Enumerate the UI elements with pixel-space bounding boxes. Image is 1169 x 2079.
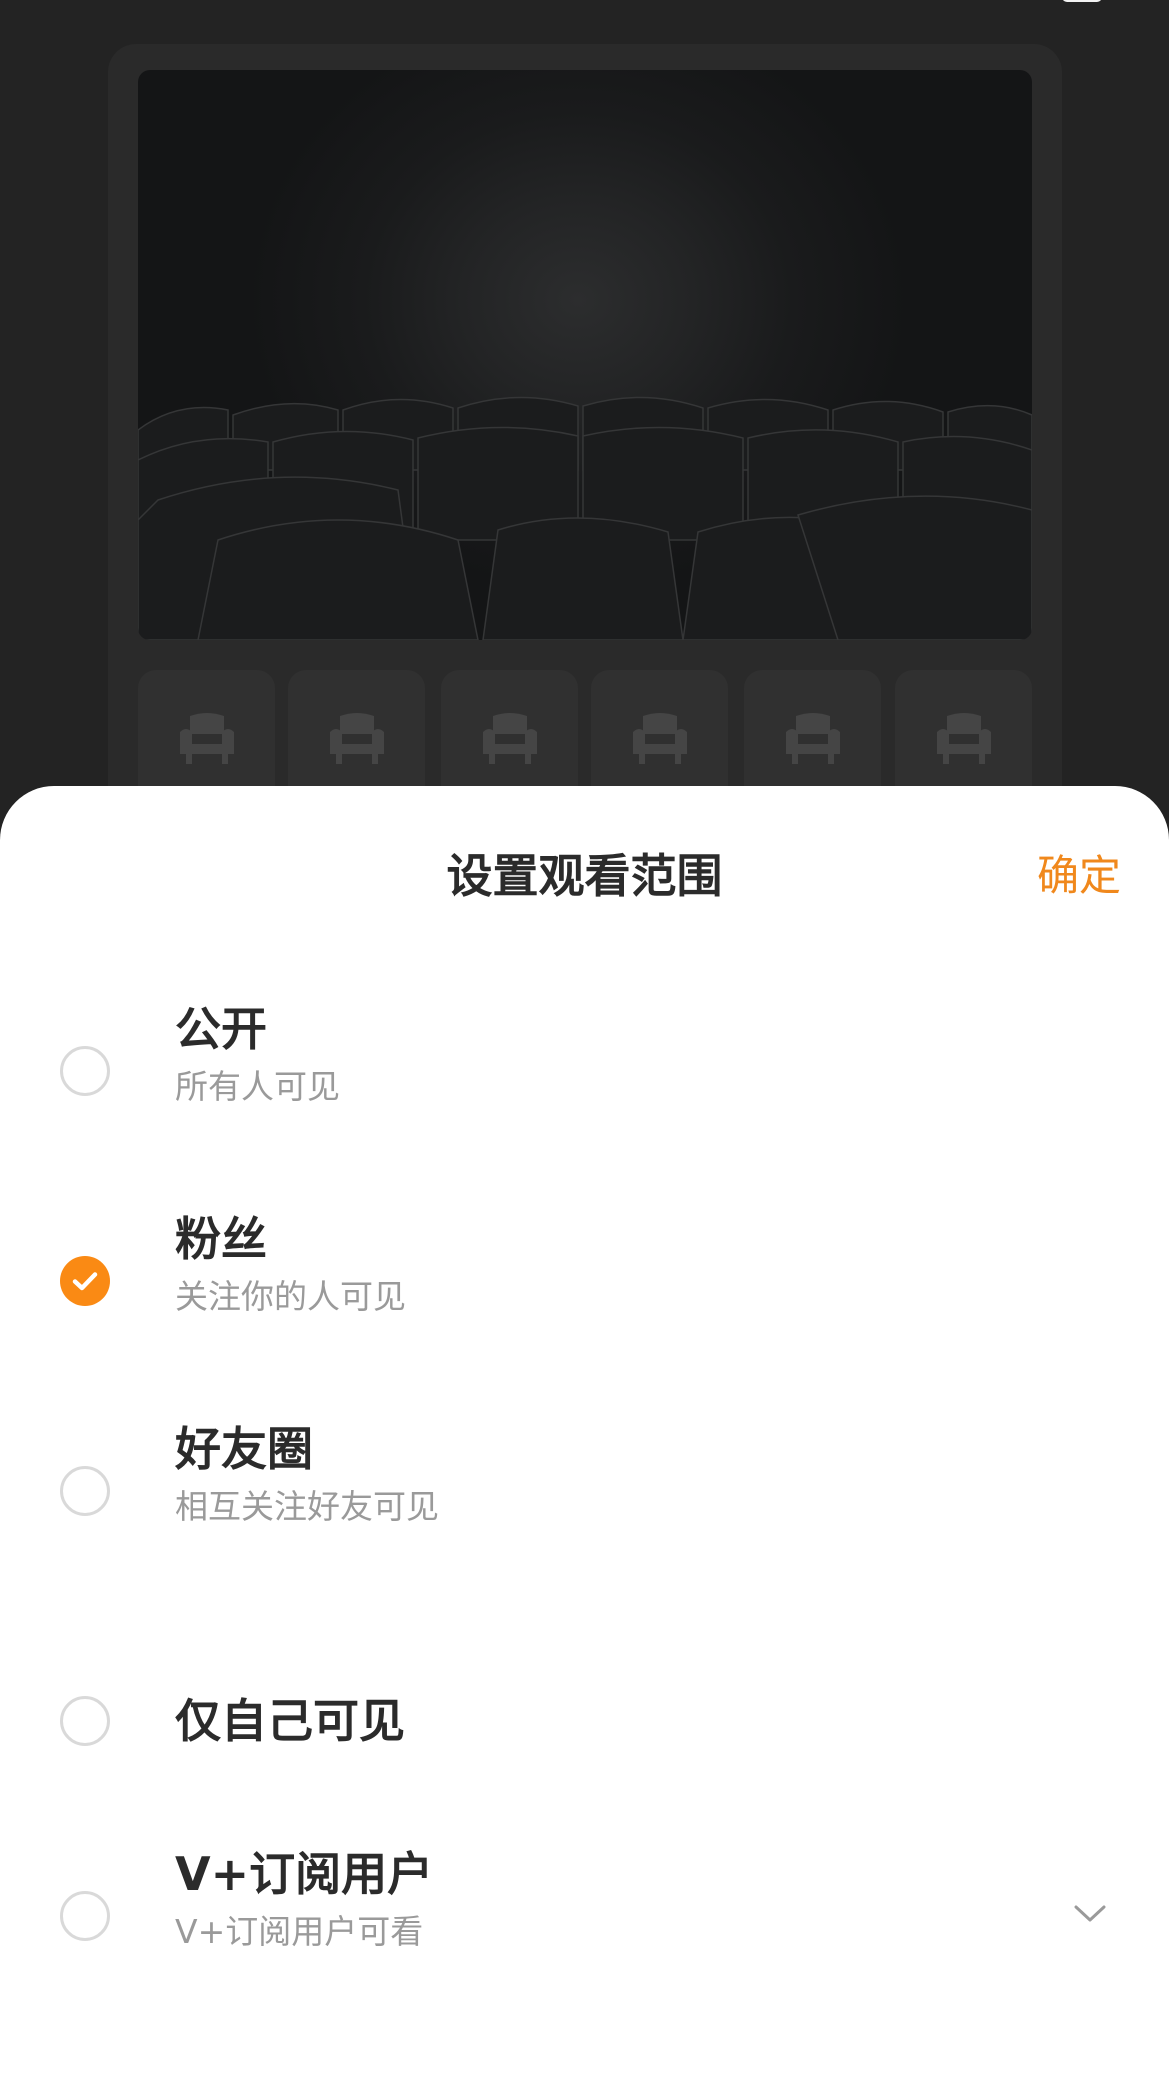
armchair-icon [482, 713, 537, 764]
option-title: 公开 [175, 1002, 267, 1056]
radio-friends[interactable] [60, 1466, 110, 1516]
option-title: 仅自己可见 [175, 1694, 405, 1748]
status-bar-indicator [1062, 0, 1102, 2]
option-description: 相互关注好友可见 [175, 1487, 439, 1526]
option-description: V+订阅用户可看 [175, 1912, 424, 1951]
visibility-bottom-sheet: 设置观看范围 确定 公开 所有人可见 粉丝 关注你的人可见 好友圈 相互关注好友… [0, 786, 1169, 2079]
sheet-title: 设置观看范围 [446, 849, 723, 903]
armchair-icon [329, 713, 384, 764]
confirm-button[interactable]: 确定 [1037, 846, 1121, 906]
option-description: 关注你的人可见 [175, 1277, 406, 1316]
option-title: 好友圈 [175, 1422, 313, 1476]
chevron-down-icon[interactable] [1072, 1902, 1108, 1926]
radio-public[interactable] [60, 1046, 110, 1096]
option-public[interactable]: 公开 所有人可见 [0, 1001, 1169, 1141]
armchair-icon [936, 713, 991, 764]
armchair-icon [632, 713, 687, 764]
option-only-me[interactable]: 仅自己可见 [0, 1671, 1169, 1771]
radio-fans[interactable] [60, 1256, 110, 1306]
option-title: 粉丝 [175, 1212, 267, 1266]
armchair-icon [179, 713, 234, 764]
option-friends[interactable]: 好友圈 相互关注好友可见 [0, 1421, 1169, 1561]
option-fans[interactable]: 粉丝 关注你的人可见 [0, 1211, 1169, 1351]
option-title: V+订阅用户 [175, 1847, 434, 1901]
option-description: 所有人可见 [175, 1067, 340, 1106]
radio-vplus-subscribers[interactable] [60, 1891, 110, 1941]
check-icon [72, 1272, 98, 1291]
armchair-icon [785, 713, 840, 764]
option-vplus-subscribers[interactable]: V+订阅用户 V+订阅用户可看 [0, 1846, 1169, 1986]
radio-only-me[interactable] [60, 1696, 110, 1746]
cinema-hall-image [138, 70, 1032, 640]
